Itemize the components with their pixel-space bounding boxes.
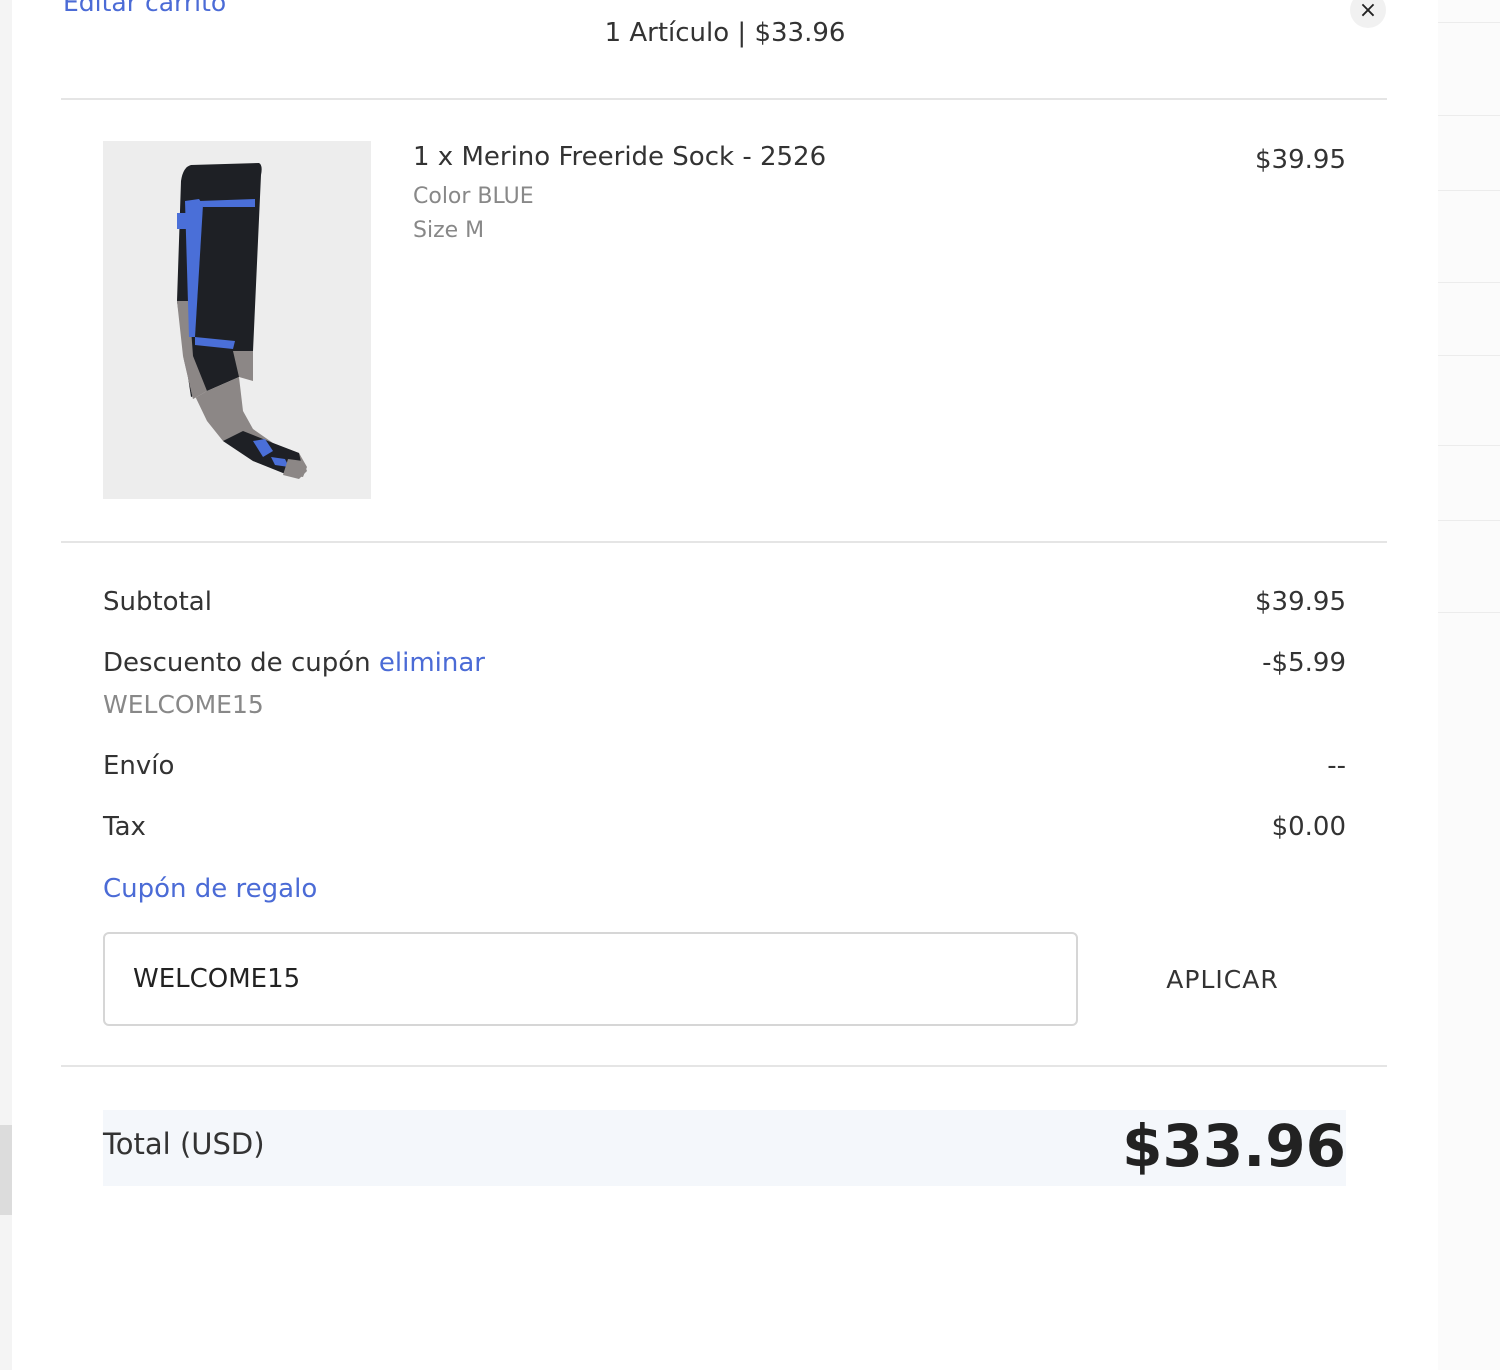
close-icon: × bbox=[1358, 0, 1378, 23]
edit-cart-link[interactable]: Editar carrito bbox=[63, 0, 226, 17]
divider bbox=[61, 541, 1387, 543]
tax-label: Tax bbox=[103, 812, 146, 842]
page-backdrop-left bbox=[0, 0, 12, 1370]
gift-coupon-link[interactable]: Cupón de regalo bbox=[103, 874, 317, 904]
discount-value: -$5.99 bbox=[1262, 648, 1346, 678]
cart-summary: 1 Artículo | $33.96 bbox=[604, 18, 846, 48]
divider bbox=[61, 98, 1387, 100]
backdrop-divider bbox=[1438, 520, 1500, 521]
shipping-value: -- bbox=[1327, 751, 1346, 781]
backdrop-block bbox=[0, 1125, 12, 1215]
backdrop-divider bbox=[1438, 282, 1500, 283]
discount-label: Descuento de cupón bbox=[103, 648, 371, 678]
subtotal-value: $39.95 bbox=[1255, 587, 1346, 617]
backdrop-divider bbox=[1438, 190, 1500, 191]
backdrop-divider bbox=[1438, 445, 1500, 446]
product-size: Size M bbox=[413, 218, 485, 243]
sock-product-image bbox=[103, 141, 371, 499]
tax-value: $0.00 bbox=[1271, 812, 1346, 842]
total-label: Total (USD) bbox=[103, 1127, 265, 1161]
subtotal-label: Subtotal bbox=[103, 587, 212, 617]
total-value: $33.96 bbox=[1122, 1112, 1346, 1180]
backdrop-divider bbox=[1438, 355, 1500, 356]
page-backdrop-right bbox=[1438, 0, 1500, 1370]
product-price: $39.95 bbox=[1255, 145, 1346, 175]
remove-coupon-link[interactable]: eliminar bbox=[379, 648, 485, 678]
backdrop-divider bbox=[1438, 115, 1500, 116]
applied-coupon-code: WELCOME15 bbox=[103, 690, 264, 719]
backdrop-divider bbox=[1438, 22, 1500, 23]
sock-image-icon bbox=[177, 163, 307, 479]
coupon-input[interactable] bbox=[103, 932, 1078, 1026]
divider bbox=[61, 1065, 1387, 1067]
product-title: 1 x Merino Freeride Sock - 2526 bbox=[413, 142, 827, 172]
backdrop-divider bbox=[1438, 612, 1500, 613]
shipping-label: Envío bbox=[103, 751, 175, 781]
total-bar: Total (USD) $33.96 bbox=[103, 1110, 1346, 1186]
cart-panel: Editar carrito 1 Artículo | $33.96 × 1 x… bbox=[12, 0, 1438, 1370]
apply-coupon-button[interactable]: APLICAR bbox=[1120, 950, 1325, 1008]
product-color: Color BLUE bbox=[413, 184, 534, 209]
discount-row: Descuento de cupón eliminar bbox=[103, 648, 485, 678]
